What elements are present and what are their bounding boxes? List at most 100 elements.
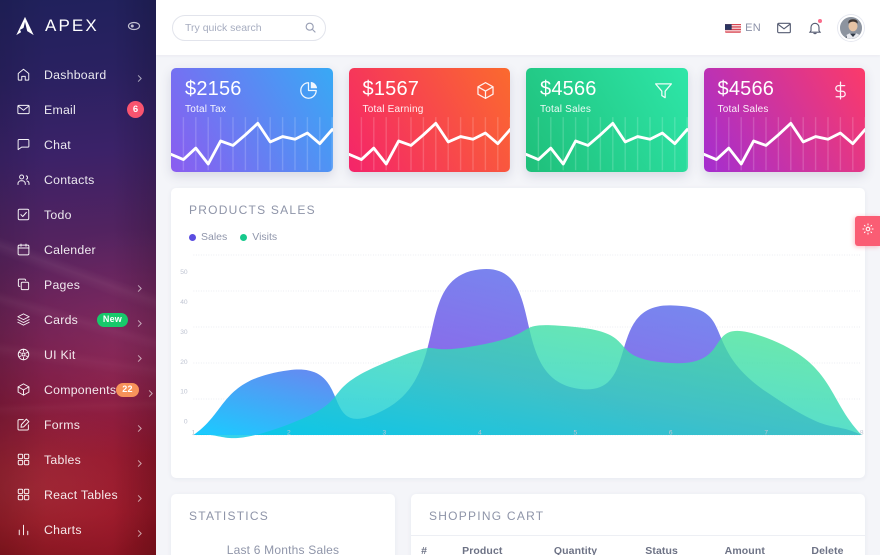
gear-icon <box>861 222 875 241</box>
grid-icon <box>15 452 31 468</box>
main-area: EN <box>156 0 880 555</box>
svg-text:40: 40 <box>180 299 188 306</box>
envelope-icon <box>15 102 31 118</box>
copy-icon <box>15 277 31 293</box>
stat-card-row: $2156 Total Tax $1567 Total Earning $4566 Tot… <box>171 68 865 172</box>
sidebar-item-charts[interactable]: Charts <box>0 512 156 547</box>
sidebar-item-meta <box>135 420 144 432</box>
svg-text:2: 2 <box>287 429 291 436</box>
home-icon <box>15 67 31 83</box>
bar-chart-icon <box>15 522 31 538</box>
envelope-icon[interactable] <box>776 20 792 36</box>
sidebar-item-cards[interactable]: Cards New <box>0 302 156 337</box>
sidebar-item-meta: 6 <box>127 101 144 118</box>
brand[interactable]: APEX <box>0 0 156 52</box>
sidebar-item-label: UI Kit <box>44 347 76 362</box>
sidebar-item-meta <box>135 490 144 502</box>
edit-square-icon <box>15 417 31 433</box>
products-sales-title: PRODUCTS SALES <box>189 203 316 217</box>
sidebar-item-dashboard[interactable]: Dashboard <box>0 57 156 92</box>
sidebar-item-label: Components <box>44 382 117 397</box>
stat-card-1[interactable]: $2156 Total Tax <box>171 68 333 172</box>
box-icon <box>475 80 497 102</box>
sidebar-item-label: Chat <box>44 137 71 152</box>
sidebar-item-contacts[interactable]: Contacts <box>0 162 156 197</box>
sidebar-item-label: React Tables <box>44 487 118 502</box>
sidebar-item-label: Tables <box>44 452 82 467</box>
legend-item-visits[interactable]: Visits <box>240 231 277 243</box>
sidebar-item-meta <box>135 525 144 537</box>
collapse-sidebar-icon[interactable] <box>126 18 142 34</box>
sidebar-item-pages[interactable]: Pages <box>0 267 156 302</box>
users-icon <box>15 172 31 188</box>
sidebar-item-meta <box>135 455 144 467</box>
sidebar-item-meta: New <box>96 312 144 327</box>
sidebar-item-label: Email <box>44 102 76 117</box>
svg-text:4: 4 <box>478 429 482 436</box>
sidebar-item-tables[interactable]: Tables <box>0 442 156 477</box>
atom-icon <box>15 347 31 363</box>
sidebar-item-meta <box>135 280 144 292</box>
grid-icon <box>15 487 31 503</box>
legend-label: Visits <box>252 231 278 243</box>
stat-card-3[interactable]: $4566 Total Sales <box>526 68 688 172</box>
chevron-right-icon <box>135 455 144 467</box>
sidebar-item-meta <box>135 350 144 362</box>
legend-color-dot <box>189 233 196 241</box>
stat-sparkline <box>348 117 510 171</box>
chevron-right-icon <box>135 280 144 292</box>
svg-text:50: 50 <box>180 269 188 276</box>
sidebar-badge: 22 <box>116 382 139 397</box>
check-square-icon <box>15 207 31 223</box>
chevron-right-icon <box>135 420 144 432</box>
stat-label: Total Sales <box>540 104 592 115</box>
brand-name: APEX <box>45 16 99 35</box>
products-sales-chart: 0 10 20 30 40 50 1 2 3 4 5 6 7 8 <box>171 249 865 457</box>
stat-card-2[interactable]: $1567 Total Earning <box>348 68 510 172</box>
column-header-index: # <box>411 535 438 555</box>
sidebar-item-react-tables[interactable]: React Tables <box>0 477 156 512</box>
sidebar-item-label: Todo <box>44 207 72 222</box>
svg-text:1: 1 <box>192 429 196 436</box>
settings-toggle-button[interactable] <box>855 216 880 246</box>
layers-icon <box>15 312 31 328</box>
calendar-icon <box>15 242 31 258</box>
products-sales-card: PRODUCTS SALES Sales Visits 0 10 20 30 40 50 1 2… <box>171 188 865 478</box>
svg-text:30: 30 <box>180 329 188 336</box>
legend-item-sales[interactable]: Sales <box>189 231 227 243</box>
sidebar-item-calender[interactable]: Calender <box>0 232 156 267</box>
sidebar-item-label: Calender <box>44 242 96 257</box>
header-actions: EN <box>725 14 864 41</box>
svg-text:7: 7 <box>764 429 768 436</box>
svg-text:8: 8 <box>860 429 864 436</box>
shopping-cart-card: SHOPPING CART # Product Quantity Status Amou… <box>411 494 865 555</box>
sidebar-item-forms[interactable]: Forms <box>0 407 156 442</box>
sidebar-item-todo[interactable]: Todo <box>0 197 156 232</box>
column-header-delete: Delete <box>789 535 865 555</box>
content-scroll: $2156 Total Tax $1567 Total Earning $4566 Tot… <box>156 55 880 555</box>
language-selector[interactable]: EN <box>725 22 761 34</box>
column-header-status: Status <box>623 535 700 555</box>
sidebar: APEX Dashboard Email 6 Chat Contacts Todo Cale… <box>0 0 156 555</box>
stat-sparkline <box>526 117 688 171</box>
funnel-icon <box>653 80 675 102</box>
legend-label: Sales <box>201 231 228 243</box>
dashboard-page: APEX Dashboard Email 6 Chat Contacts Todo Cale… <box>0 0 880 555</box>
sidebar-item-meta <box>135 70 144 82</box>
chart-axis-labels: 0 10 20 30 40 50 1 2 3 4 5 6 7 8 <box>180 269 864 436</box>
notification-dot <box>818 18 822 23</box>
svg-text:6: 6 <box>669 429 673 436</box>
sidebar-item-email[interactable]: Email 6 <box>0 92 156 127</box>
search-icon[interactable] <box>303 20 318 35</box>
avatar[interactable] <box>838 14 864 41</box>
sidebar-item-ui-kit[interactable]: UI Kit <box>0 337 156 372</box>
stat-card-4[interactable]: $4566 Total Sales <box>703 68 865 172</box>
sidebar-badge: New <box>96 312 128 327</box>
chat-bubble-icon <box>15 137 31 153</box>
bell-icon[interactable] <box>807 18 823 36</box>
chevron-right-icon <box>146 385 155 397</box>
sidebar-item-components[interactable]: Components 22 <box>0 372 156 407</box>
sidebar-item-chat[interactable]: Chat <box>0 127 156 162</box>
sidebar-item-label: Forms <box>44 417 81 432</box>
chevron-right-icon <box>135 315 144 327</box>
